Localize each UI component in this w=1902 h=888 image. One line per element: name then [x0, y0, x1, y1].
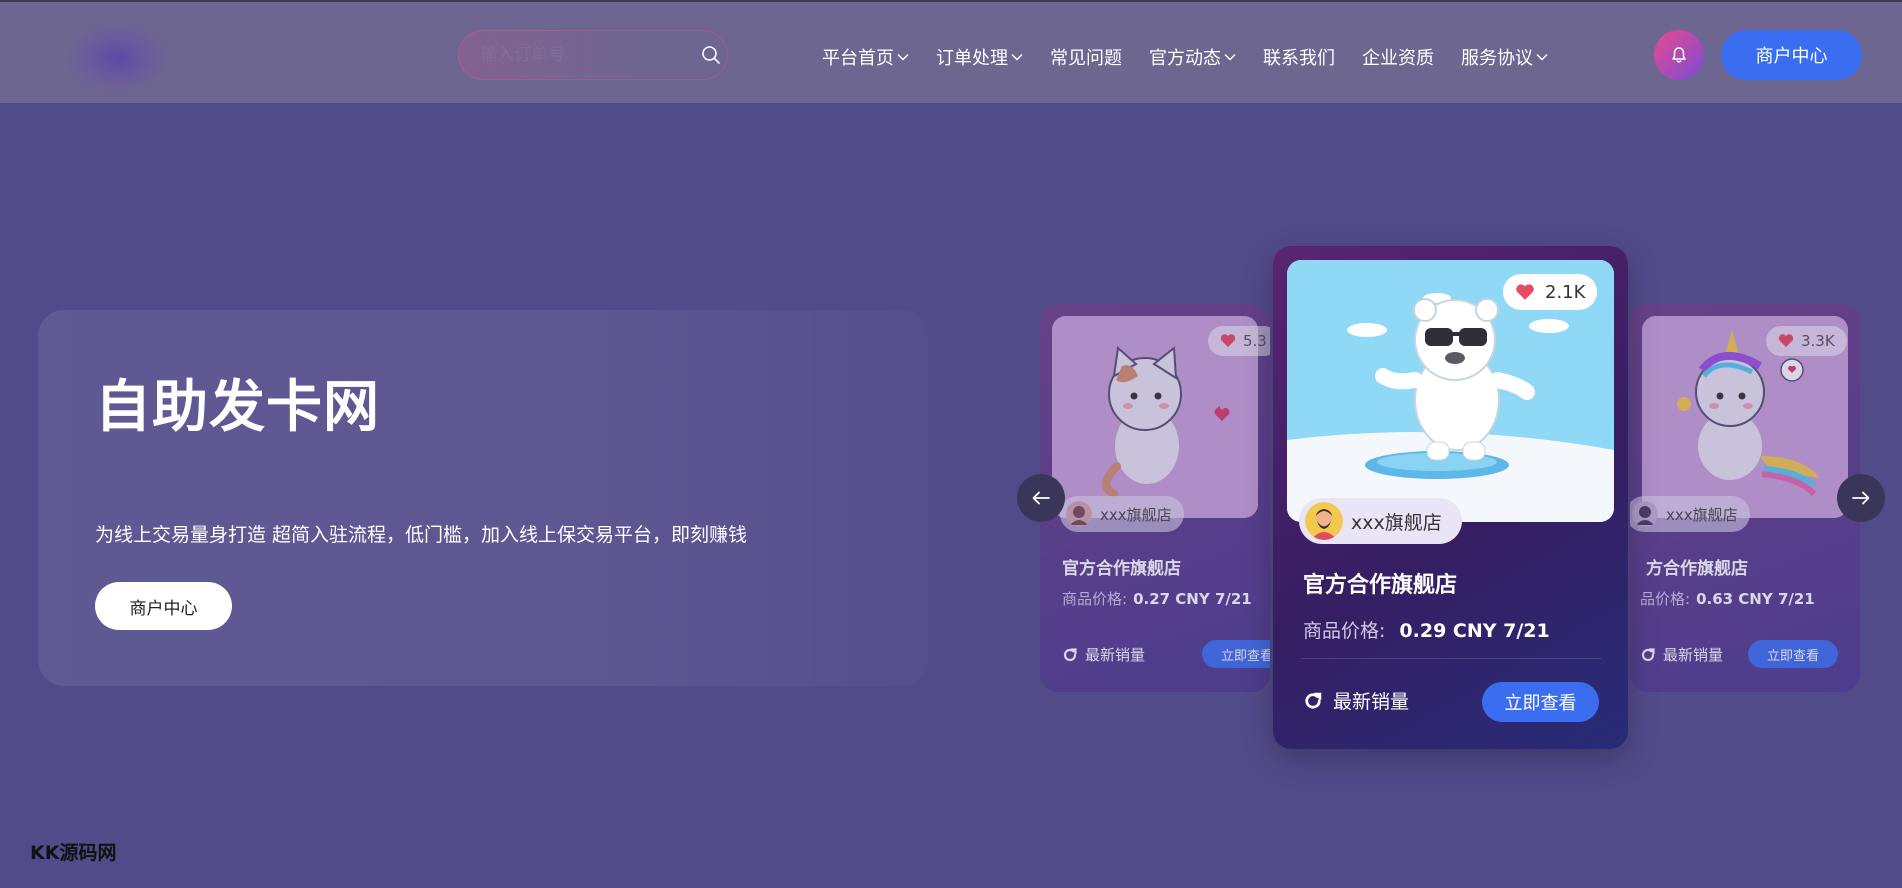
nav-item-contact[interactable]: 联系我们 [1263, 42, 1335, 72]
like-count: 5.3 [1243, 332, 1267, 350]
like-count: 3.3K [1801, 332, 1835, 350]
like-badge[interactable]: 3.3K [1766, 326, 1847, 356]
price-value: 0.63 CNY 7/21 [1696, 590, 1815, 608]
card-title: 官方合作旗舰店 [1303, 573, 1458, 598]
refresh-icon [1641, 647, 1655, 661]
price-label: 品价格: [1640, 590, 1691, 608]
nav-label: 官方动态 [1149, 48, 1221, 69]
nav-item-orders[interactable]: 订单处理 [936, 42, 1023, 72]
nav-item-faq[interactable]: 常见问题 [1050, 42, 1122, 72]
store-badge[interactable]: xxx旗舰店 [1060, 496, 1184, 532]
order-search-input[interactable] [480, 42, 680, 68]
card-price: 商品价格: 0.27 CNY 7/21 [1062, 588, 1252, 609]
nav-item-news[interactable]: 官方动态 [1149, 42, 1236, 72]
price-label: 商品价格: [1303, 620, 1386, 642]
nav-label: 联系我们 [1263, 48, 1335, 69]
search-icon[interactable] [701, 45, 721, 65]
like-badge[interactable]: 5.3 [1208, 326, 1270, 356]
sales-label: 最新销量 [1663, 646, 1724, 664]
carousel-next-button[interactable] [1837, 474, 1885, 522]
hero-merchant-center-button[interactable]: 商户中心 [95, 582, 232, 630]
sales-label: 最新销量 [1085, 646, 1146, 664]
latest-sales[interactable]: 最新销量 [1640, 644, 1723, 665]
card-divider [1301, 658, 1601, 659]
main-nav: 平台首页 订单处理 常见问题 官方动态 联系我们 企业资质 服务协议 [822, 42, 1575, 72]
price-label: 商品价格: [1062, 590, 1128, 608]
arrow-right-icon [1852, 491, 1870, 505]
store-badge[interactable]: xxx旗舰店 [1299, 498, 1462, 544]
heart-icon [1516, 283, 1534, 300]
nav-item-home[interactable]: 平台首页 [822, 42, 909, 72]
card-title: 方合作旗舰店 [1646, 559, 1748, 579]
product-card-left[interactable]: 5.3 xxx旗舰店 官方合作旗舰店 商品价格: 0.27 CNY 7/21 最新… [1040, 304, 1270, 692]
price-value: 0.29 CNY 7/21 [1399, 620, 1550, 642]
view-now-button[interactable]: 立即查看 [1482, 682, 1599, 722]
refresh-icon [1063, 647, 1077, 661]
watermark: KK源码网 [30, 842, 117, 864]
nav-label: 企业资质 [1362, 48, 1434, 69]
top-navbar: 平台首页 订单处理 常见问题 官方动态 联系我们 企业资质 服务协议 [0, 0, 1902, 103]
chevron-down-icon [1011, 53, 1023, 61]
refresh-icon [1305, 692, 1322, 709]
view-now-button[interactable]: 立即查看 [1748, 640, 1838, 668]
view-now-button[interactable]: 立即查看 [1202, 640, 1270, 668]
nav-label: 订单处理 [936, 48, 1008, 69]
store-avatar [1632, 501, 1658, 527]
like-count: 2.1K [1545, 281, 1586, 303]
card-price: 商品价格: 0.29 CNY 7/21 [1303, 616, 1550, 643]
price-value: 0.27 CNY 7/21 [1133, 590, 1252, 608]
site-logo[interactable] [68, 24, 168, 92]
store-name: xxx旗舰店 [1666, 505, 1738, 524]
chevron-down-icon [1224, 53, 1236, 61]
carousel-prev-button[interactable] [1017, 474, 1065, 522]
product-card-right[interactable]: 3.3K xxx旗舰店 方合作旗舰店 品价格: 0.63 CNY 7/21 最新销… [1630, 304, 1860, 692]
hero-title: 自助发卡网 [95, 375, 380, 440]
chevron-down-icon [897, 53, 909, 61]
card-title: 官方合作旗舰店 [1062, 559, 1181, 579]
store-name: xxx旗舰店 [1351, 511, 1442, 534]
latest-sales[interactable]: 最新销量 [1303, 687, 1409, 714]
nav-item-agreement[interactable]: 服务协议 [1461, 42, 1548, 72]
store-avatar [1305, 502, 1343, 540]
nav-label: 平台首页 [822, 48, 894, 69]
store-name: xxx旗舰店 [1100, 505, 1172, 524]
nav-label: 服务协议 [1461, 48, 1533, 69]
latest-sales[interactable]: 最新销量 [1062, 644, 1145, 665]
heart-icon [1220, 334, 1236, 347]
card-price: 品价格: 0.63 CNY 7/21 [1640, 588, 1815, 609]
product-card-featured[interactable]: 2.1K xxx旗舰店 官方合作旗舰店 商品价格: 0.29 CNY 7/21 最… [1273, 246, 1628, 749]
order-search-box [458, 30, 728, 80]
nav-item-qualifications[interactable]: 企业资质 [1362, 42, 1434, 72]
sales-label: 最新销量 [1333, 691, 1410, 713]
like-badge[interactable]: 2.1K [1503, 274, 1598, 310]
nav-label: 常见问题 [1050, 48, 1122, 69]
notification-button[interactable] [1654, 30, 1704, 80]
merchant-center-button[interactable]: 商户中心 [1721, 30, 1862, 80]
bell-icon [1672, 47, 1686, 63]
hero-subtitle: 为线上交易量身打造 超简入驻流程，低门槛，加入线上保交易平台，即刻赚钱 [95, 524, 748, 546]
chevron-down-icon [1536, 53, 1548, 61]
arrow-left-icon [1032, 491, 1050, 505]
store-avatar [1066, 501, 1092, 527]
heart-icon [1778, 334, 1794, 347]
store-badge[interactable]: xxx旗舰店 [1630, 496, 1750, 532]
